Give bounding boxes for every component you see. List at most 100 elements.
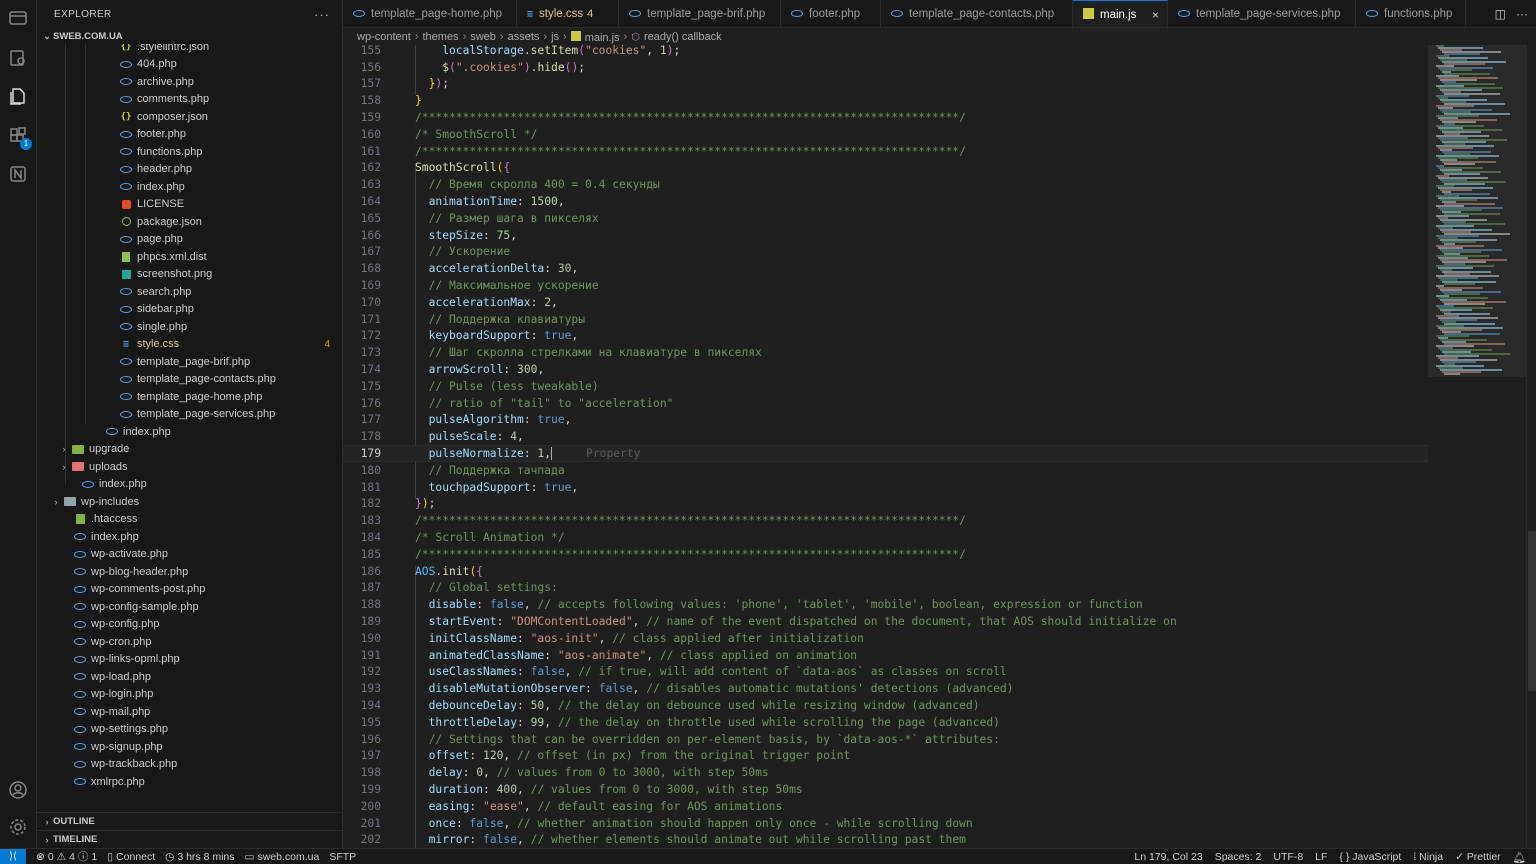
end-of-line[interactable]: LF	[1315, 851, 1327, 863]
split-editor-icon[interactable]: ◫	[1495, 7, 1506, 21]
ninja-indicator[interactable]: ⁞ Ninja	[1413, 851, 1443, 863]
code-line[interactable]: 180 // Поддержка тачпада	[343, 462, 1428, 479]
file-item[interactable]: wp-cron.php	[37, 633, 342, 651]
file-item[interactable]: sidebar.php	[37, 301, 342, 319]
file-item[interactable]: wp-trackback.php	[37, 756, 342, 774]
folder-item[interactable]: › wp-includes	[37, 493, 342, 511]
outline-section[interactable]: › OUTLINE	[37, 812, 342, 830]
file-item[interactable]: 404.php	[37, 56, 342, 74]
file-item[interactable]: phpcs.xml.dist	[37, 248, 342, 266]
file-item[interactable]: page.php	[37, 231, 342, 249]
code-line[interactable]: 174 arrowScroll: 300,	[343, 361, 1428, 378]
more-icon[interactable]: ···	[1516, 7, 1528, 21]
file-item[interactable]: template_page-services.php	[37, 406, 342, 424]
file-item[interactable]: wp-config.php	[37, 616, 342, 634]
remote-explorer-icon[interactable]	[6, 46, 30, 70]
breadcrumb-item[interactable]: assets	[508, 31, 540, 43]
file-item[interactable]: {} composer.json	[37, 108, 342, 126]
time-tracker[interactable]: ◷ 3 hrs 8 mins	[165, 851, 234, 863]
code-line[interactable]: 157});	[343, 76, 1428, 93]
code-line[interactable]: 177 pulseAlgorithm: true,	[343, 412, 1428, 429]
code-line[interactable]: 171 // Поддержка клавиатуры	[343, 311, 1428, 328]
file-item[interactable]: wp-settings.php	[37, 721, 342, 739]
file-item[interactable]: header.php	[37, 161, 342, 179]
file-item[interactable]: wp-mail.php	[37, 703, 342, 721]
tab-footer-php[interactable]: footer.php	[781, 0, 881, 27]
language-mode[interactable]: { } JavaScript	[1339, 851, 1401, 863]
file-item[interactable]: package.json	[37, 213, 342, 231]
breadcrumb-item[interactable]: wp-content	[357, 31, 411, 43]
cursor-position[interactable]: Ln 179, Col 23	[1134, 851, 1202, 863]
code-line[interactable]: 172 keyboardSupport: true,	[343, 328, 1428, 345]
code-line[interactable]: 199 duration: 400, // values from 0 to 30…	[343, 781, 1428, 798]
close-icon[interactable]: ×	[1152, 8, 1159, 22]
file-item[interactable]: comments.php	[37, 91, 342, 109]
scrollbar-thumb[interactable]	[1528, 531, 1536, 691]
code-line[interactable]: 158}	[343, 92, 1428, 109]
code-line[interactable]: 195 throttleDelay: 99, // the delay on th…	[343, 714, 1428, 731]
tab-template-page-services-php[interactable]: template_page-services.php	[1168, 0, 1356, 27]
file-item[interactable]: functions.php	[37, 143, 342, 161]
breadcrumb-item[interactable]: sweb	[470, 31, 496, 43]
file-item[interactable]: archive.php	[37, 73, 342, 91]
file-item[interactable]: wp-config-sample.php	[37, 598, 342, 616]
code-line[interactable]: 200 easing: "ease", // default easing for…	[343, 798, 1428, 815]
code-line[interactable]: 202 mirror: false, // whether elements sh…	[343, 832, 1428, 848]
code-line[interactable]: 156 $(".cookies").hide();	[343, 59, 1428, 76]
account-icon[interactable]	[6, 778, 30, 802]
file-item[interactable]: wp-login.php	[37, 686, 342, 704]
breadcrumb-item[interactable]: main.js	[570, 30, 620, 44]
code-line[interactable]: 169 // Максимальное ускорение	[343, 277, 1428, 294]
file-item[interactable]: search.php	[37, 283, 342, 301]
code-line[interactable]: 163 // Время скролла 400 = 0.4 секунды	[343, 176, 1428, 193]
tab-template-page-contacts-php[interactable]: template_page-contacts.php	[881, 0, 1073, 27]
file-item[interactable]: template_page-contacts.php	[37, 371, 342, 389]
code-line[interactable]: 188 disable: false, // accepts following …	[343, 596, 1428, 613]
notion-icon[interactable]	[6, 162, 30, 186]
code-line[interactable]: 184 /* Scroll Animation */	[343, 529, 1428, 546]
bell-icon[interactable]: 🔔︎	[1513, 851, 1526, 864]
tab-template-page-brif-php[interactable]: template_page-brif.php	[619, 0, 781, 27]
tab-functions-php[interactable]: functions.php	[1356, 0, 1466, 27]
extensions-icon[interactable]: 1	[6, 124, 32, 150]
code-line[interactable]: 159 /************************************…	[343, 109, 1428, 126]
file-item[interactable]: xmlrpc.php	[37, 773, 342, 791]
code-editor[interactable]: 155 localStorage.setItem("cookies", 1); 15…	[343, 45, 1428, 848]
indentation[interactable]: Spaces: 2	[1215, 851, 1262, 863]
encoding[interactable]: UTF-8	[1273, 851, 1303, 863]
code-line[interactable]: 178 pulseScale: 4,	[343, 428, 1428, 445]
code-line[interactable]: 166 stepSize: 75,	[343, 227, 1428, 244]
tab-style-css[interactable]: ≡ style.css 4	[517, 0, 619, 27]
file-item[interactable]: screenshot.png	[37, 266, 342, 284]
code-line[interactable]: 201 once: false, // whether animation sho…	[343, 815, 1428, 832]
code-line[interactable]: 198 delay: 0, // values from 0 to 3000, w…	[343, 764, 1428, 781]
code-line[interactable]: 162 SmoothScroll({	[343, 160, 1428, 177]
workspace-root-folder[interactable]: ⌄ SWEB.COM.UA	[37, 28, 342, 44]
problems-indicator[interactable]: ⊗ 0 ⚠ 4 ⓘ 1	[36, 849, 97, 864]
minimap[interactable]	[1428, 45, 1526, 848]
code-line[interactable]: 170 accelerationMax: 2,	[343, 294, 1428, 311]
code-line[interactable]: 165 // Размер шага в пикселях	[343, 210, 1428, 227]
code-line[interactable]: 197 offset: 120, // offset (in px) from t…	[343, 748, 1428, 765]
file-item[interactable]: LICENSE	[37, 196, 342, 214]
current-code-line[interactable]: 179 pulseNormalize: 1, Property	[343, 445, 1428, 462]
code-line[interactable]: 181 touchpadSupport: true,	[343, 479, 1428, 496]
code-line[interactable]: 190 initClassName: "aos-init", // class a…	[343, 630, 1428, 647]
folder-item[interactable]: › upgrade	[37, 441, 342, 459]
settings-gear-icon[interactable]	[6, 815, 30, 839]
breadcrumb-item[interactable]: js	[551, 31, 559, 43]
code-line[interactable]: 193 disableMutationObserver: false, // di…	[343, 680, 1428, 697]
file-item[interactable]: template_page-home.php	[37, 388, 342, 406]
breadcrumb-item[interactable]: ⬡ ready() callback	[631, 31, 721, 43]
code-line[interactable]: 164 animationTime: 1500,	[343, 193, 1428, 210]
more-actions-icon[interactable]: ···	[314, 7, 330, 22]
code-line[interactable]: 161 /************************************…	[343, 143, 1428, 160]
window-icon[interactable]	[6, 6, 30, 30]
code-line[interactable]: 186 AOS.init({	[343, 563, 1428, 580]
code-line[interactable]: 155 localStorage.setItem("cookies", 1);	[343, 45, 1428, 59]
code-line[interactable]: 173 // Шаг скролла стрелками на клавиатур…	[343, 344, 1428, 361]
file-item[interactable]: .htaccess	[37, 511, 342, 529]
tab-template-page-home-php[interactable]: template_page-home.php	[343, 0, 517, 27]
code-line[interactable]: 191 animatedClassName: "aos-animate", // …	[343, 647, 1428, 664]
tab-main-js[interactable]: main.js ×	[1073, 0, 1168, 27]
